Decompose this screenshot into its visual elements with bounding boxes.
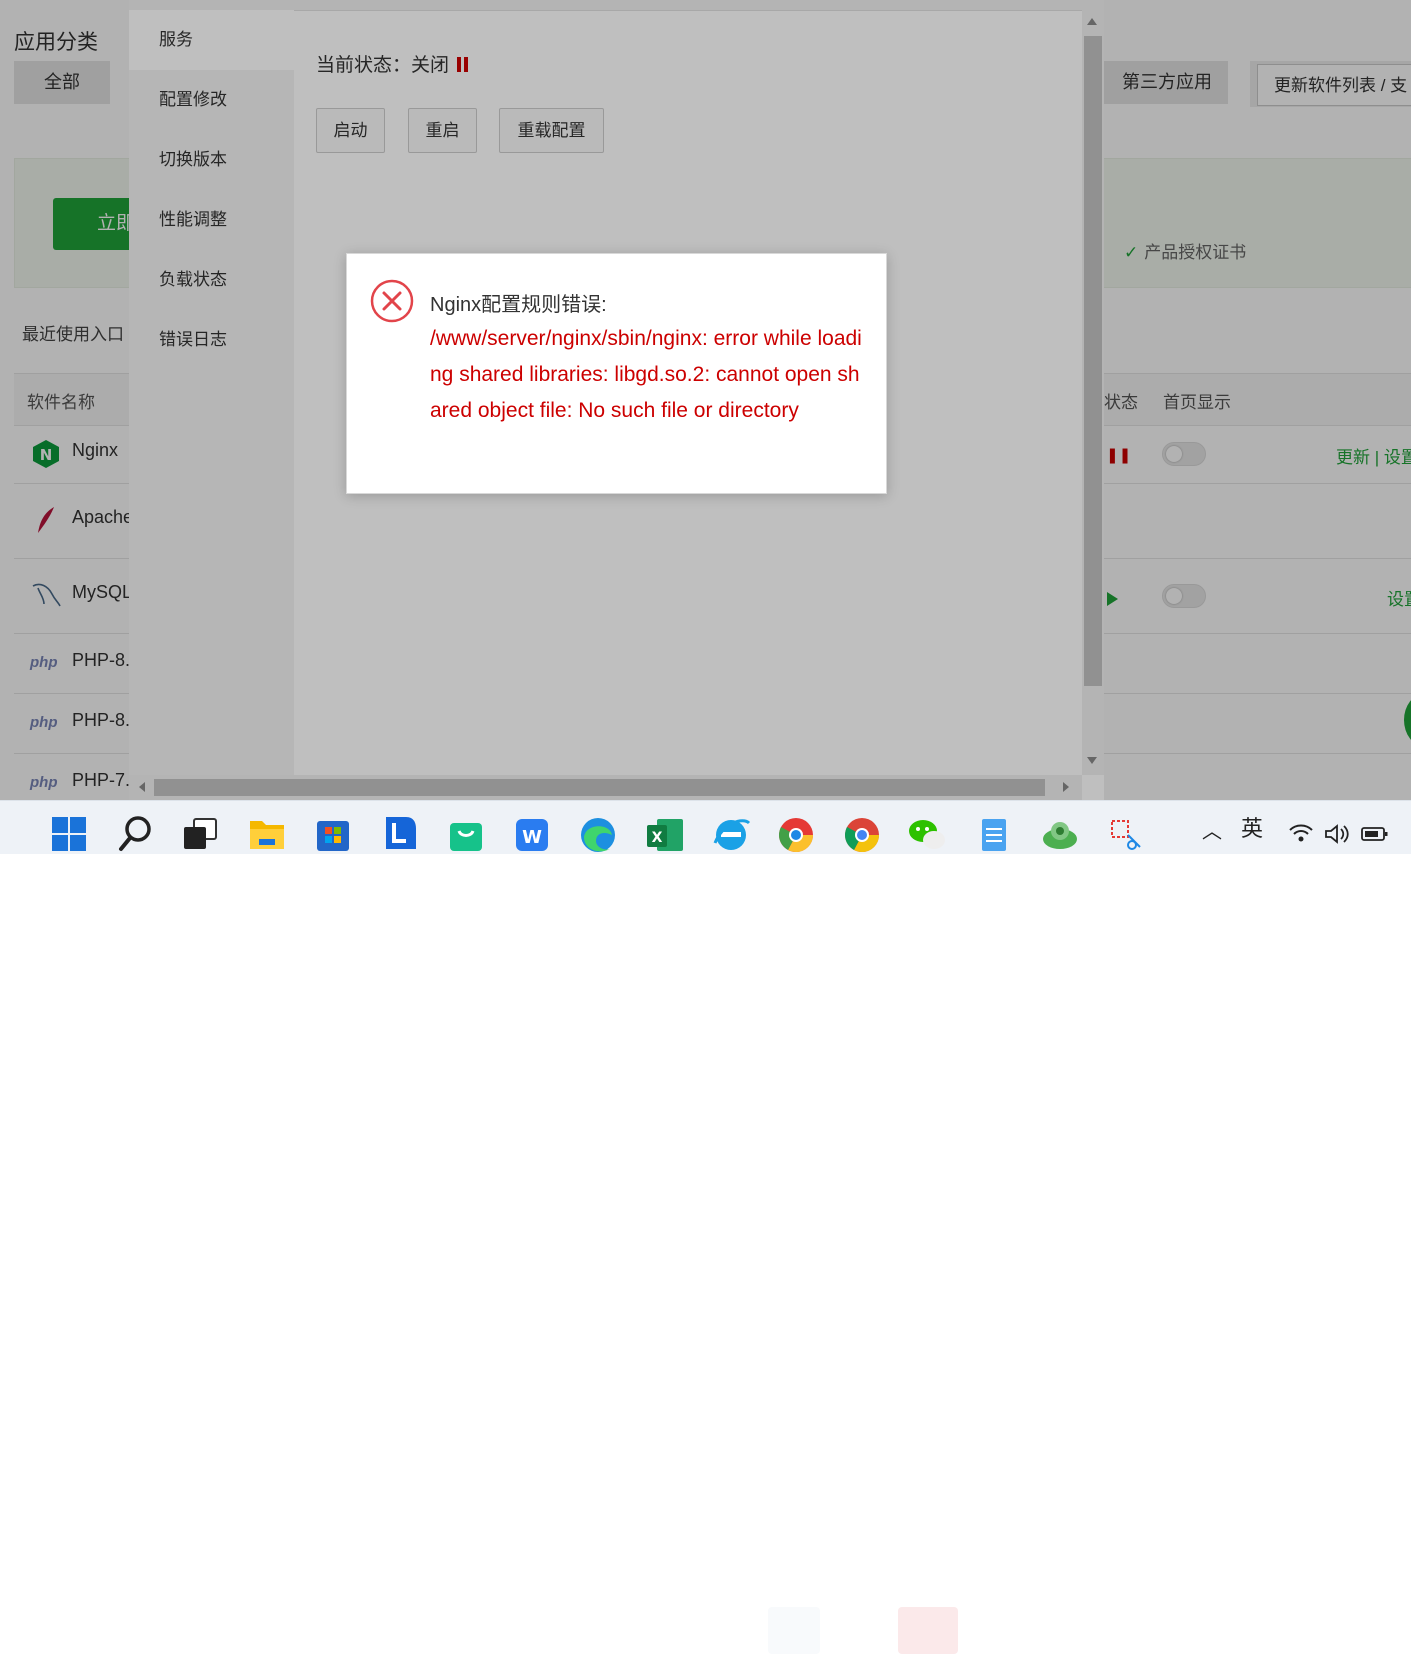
task-view-icon[interactable]: [180, 813, 220, 853]
chrome-icon[interactable]: [842, 813, 882, 853]
active-app-highlight: [768, 1607, 820, 1654]
snip-tool-icon[interactable]: [1106, 813, 1146, 853]
wps-icon[interactable]: W: [512, 813, 552, 853]
tray-overflow-icon[interactable]: ︿: [1202, 815, 1222, 844]
error-title: Nginx配置规则错误:: [430, 294, 607, 316]
wechat-highlight: [898, 1607, 958, 1654]
edge-icon[interactable]: [578, 813, 618, 853]
error-x-icon: [370, 279, 414, 323]
file-explorer-icon[interactable]: [247, 813, 287, 853]
lenovo-icon[interactable]: [380, 813, 420, 853]
ie-icon[interactable]: [711, 813, 751, 853]
error-message: /www/server/nginx/sbin/nginx: error whil…: [430, 327, 862, 422]
store-icon[interactable]: [313, 813, 353, 853]
start-icon[interactable]: [50, 813, 90, 853]
shopping-bag-icon[interactable]: [446, 813, 486, 853]
svg-text:W: W: [522, 827, 542, 848]
battery-icon[interactable]: [1361, 826, 1389, 842]
search-icon[interactable]: [116, 813, 156, 853]
chrome-beta-icon[interactable]: [776, 813, 816, 853]
ime-indicator[interactable]: 英: [1241, 811, 1263, 843]
error-dialog: Nginx配置规则错误: /www/server/nginx/sbin/ngin…: [346, 253, 887, 494]
wechat-icon[interactable]: [907, 813, 947, 853]
volume-icon[interactable]: [1324, 823, 1350, 845]
svg-text:X: X: [652, 830, 663, 846]
taskbar: W X ︿ 英: [0, 800, 1411, 1654]
notepad-icon[interactable]: [974, 813, 1014, 853]
wifi-icon[interactable]: [1288, 822, 1314, 844]
network-app-icon[interactable]: [1040, 813, 1080, 853]
excel-icon[interactable]: X: [645, 813, 685, 853]
